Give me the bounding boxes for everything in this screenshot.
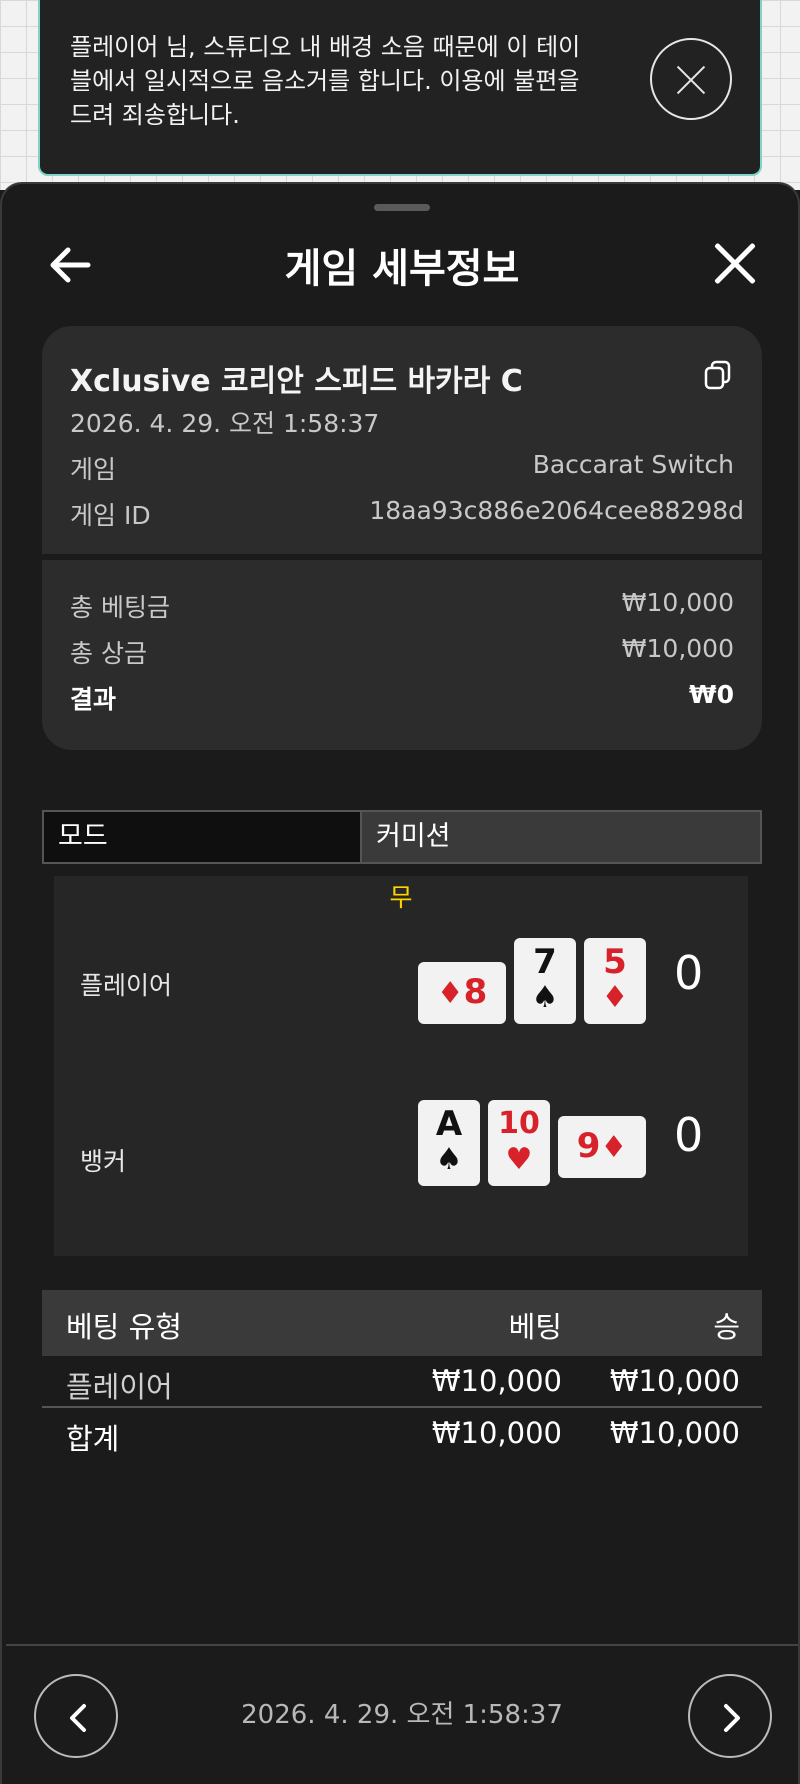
bets-table-header: 베팅 유형 베팅 승 bbox=[42, 1290, 762, 1356]
notice-toast: 플레이어 님, 스튜디오 내 배경 소음 때문에 이 테이블에서 일시적으로 음… bbox=[38, 0, 762, 176]
banker-card-3: 9♦ bbox=[558, 1116, 646, 1178]
footer-datetime: 2026. 4. 29. 오전 1:58:37 bbox=[241, 1700, 563, 1730]
game-id-label: 게임 ID bbox=[70, 501, 151, 530]
table-total-row: 합계 ₩10,000 ₩10,000 bbox=[66, 1416, 740, 1456]
card-divider bbox=[42, 554, 762, 560]
notice-close-button[interactable] bbox=[650, 38, 732, 120]
tab-mode[interactable]: 모드 bbox=[42, 810, 362, 864]
page-title: 게임 세부정보 bbox=[284, 246, 520, 292]
notice-text: 플레이어 님, 스튜디오 내 배경 소음 때문에 이 테이블에서 일시적으로 음… bbox=[70, 33, 581, 129]
result-value: ₩0 bbox=[689, 680, 734, 709]
total-bet-label: 총 베팅금 bbox=[70, 593, 170, 622]
header-bet-type: 베팅 유형 bbox=[66, 1310, 182, 1344]
banker-score: 0 bbox=[674, 1108, 704, 1162]
header-win: 승 bbox=[713, 1310, 740, 1344]
drag-handle[interactable] bbox=[374, 204, 430, 211]
player-card-3: ♦8 bbox=[418, 962, 506, 1024]
game-details-sheet: 게임 세부정보 Xclusive 코리안 스피드 바카라 C 2026. 4. … bbox=[0, 182, 800, 1784]
total-win-label: 총 상금 bbox=[70, 639, 147, 668]
game-name: Xclusive 코리안 스피드 바카라 C bbox=[70, 364, 523, 399]
mode-tabs: 모드 커미션 bbox=[42, 810, 762, 864]
player-card-1: 7 ♠ bbox=[514, 938, 576, 1024]
game-datetime: 2026. 4. 29. 오전 1:58:37 bbox=[70, 409, 380, 438]
banker-label: 뱅커 bbox=[80, 1147, 127, 1176]
round-result-panel: 무 플레이어 ♦8 7 ♠ 5 ♦ 0 뱅커 A ♠ 10 ♥ 9♦ 0 bbox=[54, 876, 748, 1256]
player-label: 플레이어 bbox=[80, 971, 173, 1000]
total-bet-value: ₩10,000 bbox=[621, 588, 734, 617]
player-score: 0 bbox=[674, 946, 704, 1000]
player-card-2: 5 ♦ bbox=[584, 938, 646, 1024]
banker-card-2: 10 ♥ bbox=[488, 1100, 550, 1186]
close-icon[interactable] bbox=[712, 240, 758, 286]
total-win-value: ₩10,000 bbox=[621, 634, 734, 663]
next-round-button[interactable] bbox=[688, 1674, 772, 1758]
bets-table: 베팅 유형 베팅 승 플레이어 ₩10,000 ₩10,000 합계 ₩10,0… bbox=[42, 1290, 762, 1460]
footer-divider bbox=[6, 1644, 798, 1646]
copy-icon[interactable] bbox=[704, 360, 732, 390]
tab-commission[interactable]: 커미션 bbox=[362, 810, 762, 864]
header-bet: 베팅 bbox=[508, 1310, 562, 1344]
game-type-value: Baccarat Switch bbox=[532, 450, 734, 479]
game-info-card: Xclusive 코리안 스피드 바카라 C 2026. 4. 29. 오전 1… bbox=[42, 326, 762, 750]
table-row: 플레이어 ₩10,000 ₩10,000 bbox=[42, 1356, 762, 1408]
result-label: 결과 bbox=[70, 685, 117, 714]
round-outcome: 무 bbox=[389, 883, 413, 912]
game-id-value: 18aa93c886e2064cee88298d bbox=[369, 496, 744, 525]
banker-card-1: A ♠ bbox=[418, 1100, 480, 1186]
game-type-label: 게임 bbox=[70, 455, 117, 484]
